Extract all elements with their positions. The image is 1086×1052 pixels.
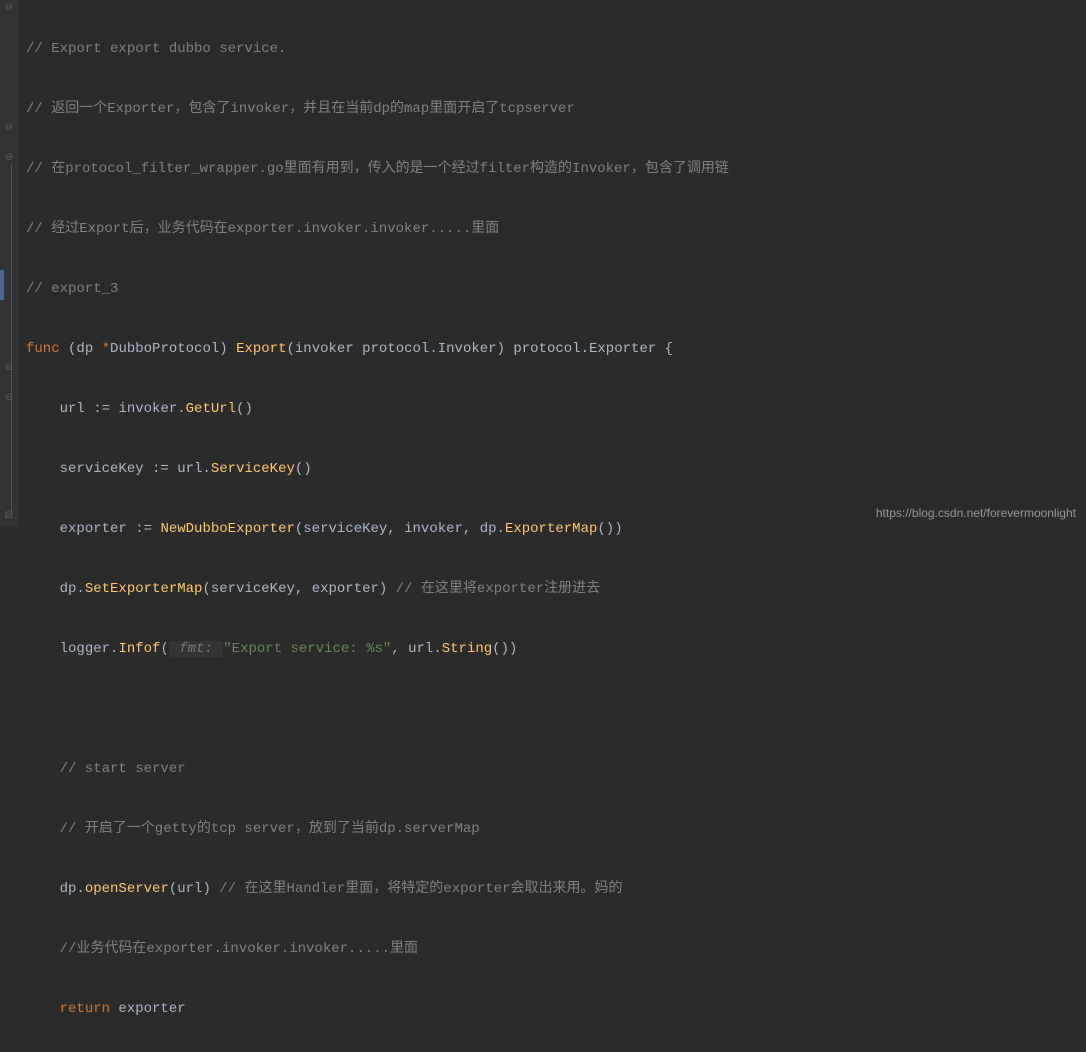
- keyword-func: func: [26, 341, 68, 357]
- comment: // Export export dubbo service.: [26, 41, 286, 57]
- fold-line: [11, 164, 12, 514]
- code-line: url := invoker.GetUrl(): [26, 394, 1086, 424]
- code-line: // 经过Export后，业务代码在exporter.invoker.invok…: [26, 214, 1086, 244]
- code-line: // 返回一个Exporter，包含了invoker，并且在当前dp的map里面…: [26, 94, 1086, 124]
- code-line: // 在protocol_filter_wrapper.go里面有用到，传入的是…: [26, 154, 1086, 184]
- code-line: dp.SetExporterMap(serviceKey, exporter) …: [26, 574, 1086, 604]
- code-line: // Export export dubbo service.: [26, 34, 1086, 64]
- code-line: // start server: [26, 754, 1086, 784]
- fold-icon[interactable]: ⊖: [4, 154, 14, 164]
- fold-end-icon[interactable]: ⊟: [4, 512, 14, 522]
- code-line: return exporter: [26, 994, 1086, 1024]
- keyword-return: return: [60, 1001, 119, 1017]
- code-line: logger.Infof( fmt: "Export service: %s",…: [26, 634, 1086, 664]
- fold-icon[interactable]: ⊖: [4, 124, 14, 134]
- fold-icon[interactable]: ⊖: [4, 364, 14, 374]
- code-line: [26, 694, 1086, 724]
- fold-icon[interactable]: ⊖: [4, 394, 14, 404]
- code-line: serviceKey := url.ServiceKey(): [26, 454, 1086, 484]
- code-line: func (dp *DubboProtocol) Export(invoker …: [26, 334, 1086, 364]
- comment: // 返回一个Exporter，包含了invoker，并且在当前dp的map里面…: [26, 101, 575, 117]
- gutter: ⊖ ⊖ ⊖ ⊖ ⊖ ⊟: [0, 0, 18, 526]
- watermark-text: https://blog.csdn.net/forevermoonlight: [876, 506, 1076, 520]
- code-area[interactable]: // Export export dubbo service. // 返回一个E…: [18, 0, 1086, 526]
- comment: // 经过Export后，业务代码在exporter.invoker.invok…: [26, 221, 499, 237]
- comment: // export_3: [26, 281, 118, 297]
- code-line: // 开启了一个getty的tcp server，放到了当前dp.serverM…: [26, 814, 1086, 844]
- code-editor: ⊖ ⊖ ⊖ ⊖ ⊖ ⊟ // Export export dubbo servi…: [0, 0, 1086, 526]
- code-line: // export_3: [26, 274, 1086, 304]
- parameter-hint: fmt:: [169, 641, 223, 657]
- fold-icon[interactable]: ⊖: [4, 4, 14, 14]
- code-line: //业务代码在exporter.invoker.invoker.....里面: [26, 934, 1086, 964]
- function-name: Export: [236, 341, 286, 357]
- change-marker: [0, 270, 4, 300]
- code-line: dp.openServer(url) // 在这里Handler里面，将特定的e…: [26, 874, 1086, 904]
- comment: // 在protocol_filter_wrapper.go里面有用到，传入的是…: [26, 161, 729, 177]
